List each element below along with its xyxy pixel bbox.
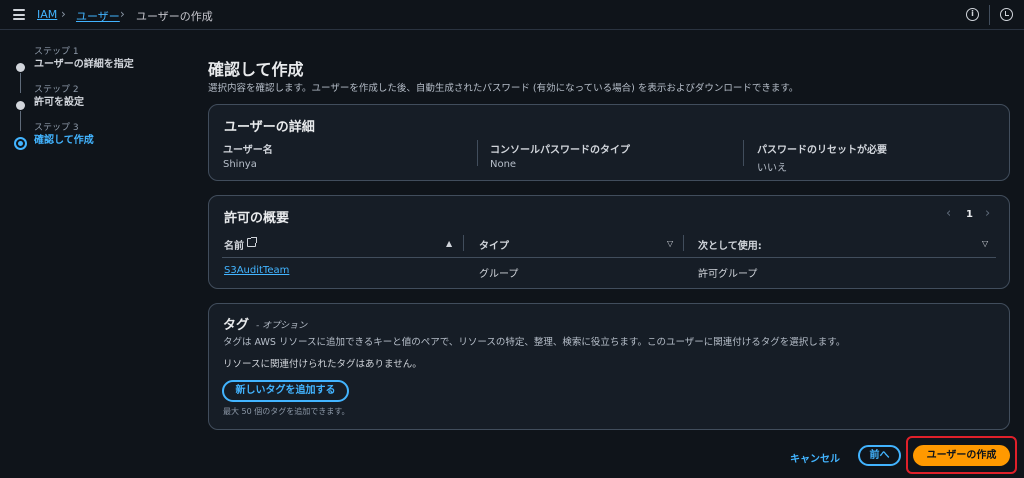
sort-ascending-icon[interactable]: ▲ (446, 239, 452, 248)
step-title: 許可を設定 (34, 97, 84, 108)
tags-limit-hint: 最大 50 個のタグを追加できます。 (223, 407, 350, 416)
step-3: ステップ 3 確認して作成 (14, 122, 184, 160)
sort-descending-icon[interactable]: ▽ (982, 239, 988, 248)
wizard-steps: ステップ 1 ユーザーの詳細を指定 ステップ 2 許可を設定 ステップ 3 確認… (14, 46, 184, 160)
chevron-right-icon: › (61, 7, 66, 21)
previous-button[interactable]: 前へ (858, 445, 901, 466)
field-password-reset: パスワードのリセットが必要 いいえ (757, 141, 887, 174)
step-1[interactable]: ステップ 1 ユーザーの詳細を指定 (14, 46, 184, 93)
field-username: ユーザー名 Shinya (223, 141, 273, 170)
step-title: ユーザーの詳細を指定 (34, 59, 134, 70)
pagination-current-page[interactable]: 1 (966, 209, 973, 220)
field-label: ユーザー名 (223, 145, 273, 156)
step-indicator-icon (16, 101, 25, 110)
chevron-left-icon[interactable]: ‹ (946, 206, 951, 221)
tags-optional-label: - オプション (256, 321, 308, 331)
permissions-summary-panel: 許可の概要 (208, 195, 1010, 289)
step-current-indicator-icon (14, 137, 27, 150)
breadcrumb-users-link[interactable]: ユーザー (76, 8, 120, 24)
step-title: 確認して作成 (34, 135, 94, 146)
page-description: 選択内容を確認します。ユーザーを作成した後、自動生成されたパスワード (有効にな… (208, 83, 799, 94)
history-icon[interactable] (1000, 8, 1013, 21)
permissions-summary-title: 許可の概要 (224, 211, 290, 226)
sort-descending-icon[interactable]: ▽ (667, 239, 673, 248)
field-label: コンソールパスワードのタイプ (490, 145, 630, 156)
step-number: ステップ 2 (34, 85, 79, 95)
breadcrumb-iam-link[interactable]: IAM (37, 8, 57, 21)
field-value: いいえ (757, 163, 787, 174)
topbar-divider (989, 5, 990, 25)
create-user-button[interactable]: ユーザーの作成 (913, 445, 1010, 466)
step-indicator-icon (16, 63, 25, 72)
chevron-right-icon[interactable]: › (985, 206, 990, 221)
step-number: ステップ 1 (34, 47, 79, 57)
page-title: 確認して作成 (208, 60, 304, 79)
field-label: パスワードのリセットが必要 (757, 145, 887, 156)
cancel-button[interactable]: キャンセル (790, 450, 840, 465)
column-header-type[interactable]: タイプ (479, 237, 509, 252)
column-divider (743, 140, 744, 166)
column-header-used-as[interactable]: 次として使用: (698, 237, 762, 252)
hamburger-menu-icon[interactable] (13, 9, 25, 20)
tags-empty-message: リソースに関連付けられたタグはありません。 (223, 359, 422, 370)
table-cell-type: グループ (479, 269, 519, 280)
field-value: None (490, 159, 517, 170)
chevron-right-icon: › (120, 7, 125, 21)
step-2[interactable]: ステップ 2 許可を設定 (14, 84, 184, 131)
column-header-name[interactable]: 名前 (224, 237, 244, 252)
tags-title: タグ (223, 318, 250, 333)
group-name-link[interactable]: S3AuditTeam (224, 265, 289, 276)
breadcrumb-current: ユーザーの作成 (136, 10, 213, 23)
top-navigation-bar: IAM › ユーザー › ユーザーの作成 i (0, 0, 1024, 30)
field-console-password-type: コンソールパスワードのタイプ None (490, 141, 630, 170)
column-divider (683, 235, 684, 251)
info-icon[interactable]: i (966, 8, 979, 21)
external-link-icon (247, 237, 257, 247)
step-number: ステップ 3 (34, 123, 79, 133)
column-divider (477, 140, 478, 166)
column-divider (463, 235, 464, 251)
table-divider (222, 257, 996, 258)
table-cell-used-as: 許可グループ (698, 269, 758, 280)
tags-description: タグは AWS リソースに追加できるキーと値のペアで、リソースの特定、整理、検索… (223, 337, 846, 348)
field-value: Shinya (223, 159, 257, 170)
user-details-title: ユーザーの詳細 (224, 120, 315, 135)
add-tag-button[interactable]: 新しいタグを追加する (222, 380, 349, 402)
